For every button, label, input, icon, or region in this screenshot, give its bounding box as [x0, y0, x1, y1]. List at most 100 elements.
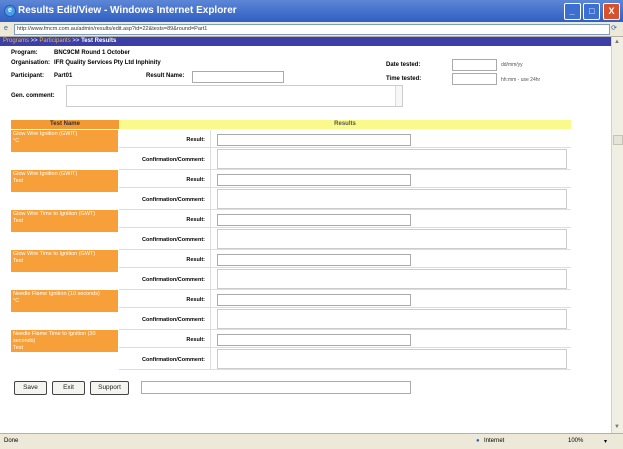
date-format-hint: dd/mm/yy	[501, 62, 523, 68]
window-titlebar: e Results Edit/View - Windows Internet E…	[0, 0, 623, 22]
test-name: Needle Flame Ignition (10 seconds)	[13, 291, 100, 297]
comment-label: Confirmation/Comment:	[142, 197, 205, 203]
exit-button[interactable]: Exit	[52, 381, 85, 395]
result-label: Result:	[186, 297, 205, 303]
status-text: Done	[4, 438, 19, 444]
close-button[interactable]: X	[603, 3, 620, 20]
test-name-cell: Glow Wire Ignition (GWIT) °C	[11, 130, 118, 152]
row-divider	[119, 209, 571, 210]
scroll-up-icon[interactable]: ▲	[613, 38, 621, 47]
result-label: Result:	[186, 337, 205, 343]
zoom-level[interactable]: 100%	[568, 438, 583, 444]
row-divider	[119, 147, 571, 148]
test-name: Needle Flame Time to Ignition (30 second…	[13, 331, 96, 344]
result-input[interactable]	[217, 294, 411, 306]
row-divider	[119, 289, 571, 290]
save-button[interactable]: Save	[14, 381, 47, 395]
test-name-cell: Glow Wire Time to Ignition (GWT) Test	[11, 210, 118, 232]
row-divider	[119, 369, 571, 370]
zoom-dropdown-icon[interactable]: ▾	[604, 438, 607, 445]
breadcrumb-current: Test Results	[81, 38, 117, 44]
window-title: Results Edit/View - Windows Internet Exp…	[18, 5, 237, 16]
address-bar: e http://www.fmcm.com.au/admin/results/e…	[0, 22, 623, 37]
test-unit: Test	[13, 258, 24, 264]
test-name: Glow Wire Time to Ignition (GWT)	[13, 251, 96, 257]
comment-textarea[interactable]	[217, 189, 567, 209]
comment-textarea[interactable]	[217, 229, 567, 249]
page-icon: e	[4, 25, 8, 32]
refresh-icon[interactable]: ⟳	[609, 24, 619, 34]
comment-textarea[interactable]	[217, 269, 567, 289]
result-name-input[interactable]	[192, 71, 284, 83]
comment-label: Confirmation/Comment:	[142, 157, 205, 163]
participant-label: Participant:	[11, 73, 45, 79]
participant-value: Part01	[54, 73, 73, 79]
maximize-button[interactable]: □	[583, 3, 601, 20]
comment-label: Confirmation/Comment:	[142, 317, 205, 323]
time-tested-label: Time tested:	[386, 76, 422, 82]
scroll-down-icon[interactable]: ▼	[613, 423, 621, 432]
scroll-thumb[interactable]	[613, 135, 623, 145]
zone-text: Internet	[484, 438, 505, 444]
row-divider	[119, 187, 571, 188]
test-name: Glow Wire Ignition (GWIT)	[13, 131, 78, 137]
comment-textarea[interactable]	[217, 309, 567, 329]
program-label: Program:	[11, 50, 38, 56]
status-bar: Done ● Internet 100% ▾	[0, 433, 623, 449]
result-label: Result:	[186, 217, 205, 223]
program-value: BNC9CM Round 1 October	[54, 50, 131, 56]
result-input[interactable]	[217, 174, 411, 186]
breadcrumb-participants-link[interactable]: Participants	[39, 38, 70, 44]
time-format-hint: hh:mm - use 24hr	[501, 77, 541, 83]
general-comment-textarea[interactable]	[66, 85, 403, 107]
result-label: Result:	[186, 137, 205, 143]
test-name-cell: Glow Wire Ignition (GWIT) Test	[11, 170, 118, 192]
test-unit: Test	[13, 218, 24, 224]
test-name: Glow Wire Time to Ignition (GWT)	[13, 211, 96, 217]
comment-label: Confirmation/Comment:	[142, 277, 205, 283]
result-label: Result:	[186, 257, 205, 263]
comment-textarea[interactable]	[217, 349, 567, 369]
result-input[interactable]	[217, 334, 411, 346]
date-tested-label: Date tested:	[386, 62, 421, 68]
minimize-button[interactable]: _	[563, 3, 581, 20]
result-input[interactable]	[217, 254, 411, 266]
support-message-input[interactable]	[141, 381, 411, 394]
time-tested-input[interactable]	[452, 73, 497, 85]
test-name-cell: Glow Wire Time to Ignition (GWT) Test	[11, 250, 118, 272]
results-header: Results	[119, 120, 571, 129]
breadcrumb-programs-link[interactable]: Programs	[3, 38, 29, 44]
organization-value: IFR Quality Services Pty Ltd Inphinity	[54, 60, 161, 66]
breadcrumb-separator: >>	[29, 38, 40, 44]
general-comment-label: Gen. comment:	[11, 93, 55, 99]
page-scrollbar[interactable]: ▲ ▼	[611, 37, 623, 433]
internet-explorer-icon: e	[4, 5, 16, 17]
support-button[interactable]: Support	[90, 381, 129, 395]
comment-label: Confirmation/Comment:	[142, 357, 205, 363]
test-name-cell: Needle Flame Time to Ignition (30 second…	[11, 330, 118, 352]
breadcrumb: Programs >> Participants >> Test Results	[0, 37, 615, 46]
result-input[interactable]	[217, 214, 411, 226]
column-divider	[210, 130, 211, 370]
organization-label: Organisation:	[11, 60, 51, 66]
test-unit: °C	[13, 138, 20, 144]
row-divider	[119, 307, 571, 308]
test-unit: °C	[13, 298, 20, 304]
comment-label: Confirmation/Comment:	[142, 237, 205, 243]
row-divider	[119, 249, 571, 250]
textarea-scrollbar[interactable]	[395, 86, 402, 106]
row-divider	[119, 169, 571, 170]
test-name: Glow Wire Ignition (GWIT)	[13, 171, 78, 177]
globe-icon: ●	[476, 438, 480, 444]
result-name-label: Result Name:	[146, 73, 185, 79]
test-name-cell: Needle Flame Ignition (10 seconds) °C	[11, 290, 118, 312]
test-unit: Test	[13, 178, 24, 184]
comment-textarea[interactable]	[217, 149, 567, 169]
row-divider	[119, 329, 571, 330]
test-name-header: Test Name	[11, 120, 119, 129]
row-divider	[119, 227, 571, 228]
date-tested-input[interactable]	[452, 59, 497, 71]
result-input[interactable]	[217, 134, 411, 146]
url-input[interactable]: http://www.fmcm.com.au/admin/results/edi…	[14, 24, 610, 35]
row-divider	[119, 347, 571, 348]
